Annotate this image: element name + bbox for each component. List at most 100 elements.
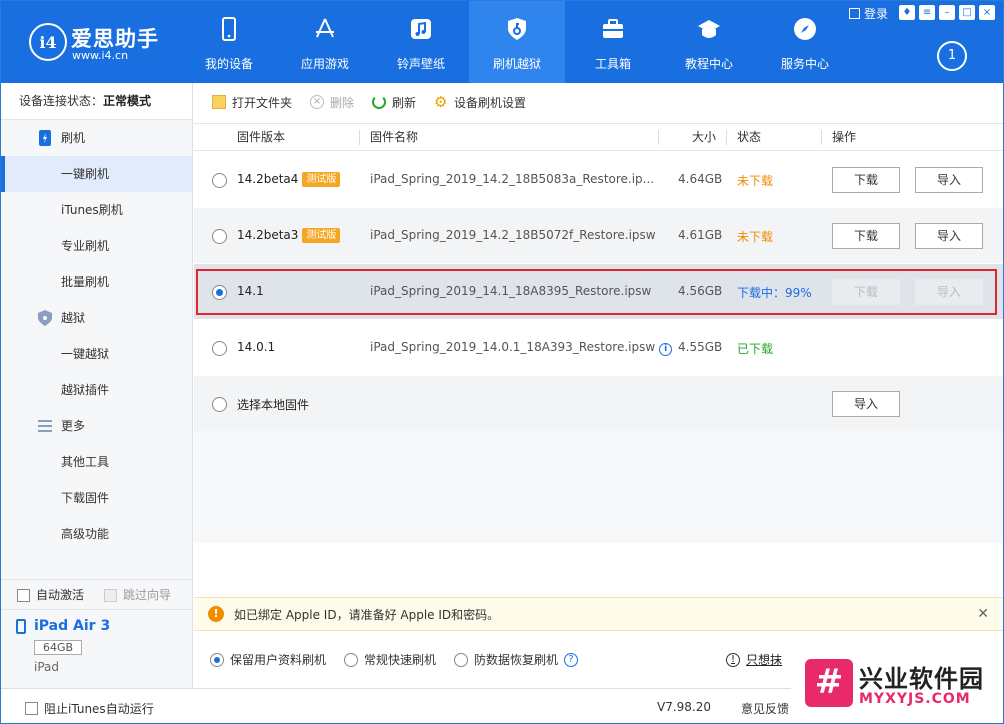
delete-icon: × bbox=[310, 95, 325, 109]
watermark-url: MYXYJS.COM bbox=[859, 691, 971, 707]
auto-activate-checkbox[interactable]: 自动激活 bbox=[17, 586, 84, 603]
nav-toolbox[interactable]: 工具箱 bbox=[565, 1, 661, 83]
sidebar-item-jailbreak-plugins[interactable]: 越狱插件 bbox=[1, 372, 192, 408]
row-radio[interactable] bbox=[212, 229, 227, 244]
watermark-icon: # bbox=[805, 659, 853, 707]
login-icon bbox=[849, 7, 860, 19]
firmware-row[interactable]: 14.2beta4 测试版 iPad_Spring_2019_14.2_18B50… bbox=[194, 152, 1003, 208]
col-action: 操作 bbox=[832, 130, 857, 144]
app-version: V7.98.20 bbox=[657, 700, 712, 714]
brand-url: www.i4.cn bbox=[72, 49, 129, 62]
row-radio[interactable] bbox=[212, 285, 227, 300]
radio-icon bbox=[454, 652, 469, 667]
brand-logo[interactable]: i4 爱思助手 www.i4.cn bbox=[23, 19, 173, 65]
block-itunes-checkbox[interactable]: 阻止iTunes自动运行 bbox=[25, 700, 154, 717]
col-divider bbox=[726, 130, 727, 145]
refresh-icon bbox=[372, 95, 387, 109]
import-button[interactable]: 导入 bbox=[915, 167, 983, 193]
sidebar-item-advanced[interactable]: 高级功能 bbox=[1, 516, 192, 552]
nav-flash-jailbreak[interactable]: 刷机越狱 bbox=[469, 1, 565, 83]
firmware-row[interactable]: 14.0.1 iPad_Spring_2019_14.0.1_18A393_Re… bbox=[194, 320, 1003, 376]
sidebar-item-other-tools[interactable]: 其他工具 bbox=[1, 444, 192, 480]
col-divider bbox=[821, 130, 822, 145]
row-radio[interactable] bbox=[212, 173, 227, 188]
nav-label: 应用游戏 bbox=[300, 57, 349, 71]
nav-ringtones[interactable]: 铃声壁纸 bbox=[373, 1, 469, 83]
sidebar-group-more[interactable]: 更多 bbox=[1, 408, 192, 444]
close-icon[interactable]: × bbox=[979, 5, 995, 20]
warning-icon: ! bbox=[208, 606, 224, 622]
mode-keep-data[interactable]: 保留用户资料刷机 bbox=[210, 651, 326, 668]
firmware-row-selected[interactable]: 14.1 iPad_Spring_2019_14.1_18A8395_Resto… bbox=[194, 264, 1003, 320]
menu-icon[interactable]: ≡ bbox=[919, 5, 935, 20]
skip-guide-checkbox[interactable]: 跳过向导 bbox=[104, 586, 171, 603]
nav-label: 工具箱 bbox=[594, 57, 631, 71]
connection-status: 设备连接状态：正常模式 bbox=[1, 83, 192, 120]
download-button[interactable]: 下载 bbox=[832, 167, 900, 193]
close-icon[interactable]: ✕ bbox=[977, 606, 989, 622]
sidebar-options: 自动激活 跳过向导 bbox=[1, 579, 192, 609]
col-name: 固件名称 bbox=[370, 130, 419, 144]
nav-apps[interactable]: 应用游戏 bbox=[277, 1, 373, 83]
nav-my-device[interactable]: 我的设备 bbox=[181, 1, 277, 83]
sidebar-item-one-click-flash[interactable]: 一键刷机 bbox=[1, 156, 192, 192]
import-button[interactable]: 导入 bbox=[915, 279, 983, 305]
phone-icon bbox=[222, 17, 236, 41]
sidebar-group-flash[interactable]: 刷机 bbox=[1, 120, 192, 156]
skin-icon[interactable]: ♦ bbox=[899, 5, 915, 20]
folder-icon bbox=[212, 95, 226, 109]
erase-only-link[interactable]: ! 只想抹 bbox=[726, 651, 782, 668]
list-icon bbox=[38, 420, 52, 432]
sidebar-item-pro-flash[interactable]: 专业刷机 bbox=[1, 228, 192, 264]
firmware-table-header: 固件版本 固件名称 大小 状态 操作 bbox=[194, 123, 1003, 151]
firmware-filename: iPad_Spring_2019_14.1_18A8395_Restore.ip… bbox=[370, 284, 652, 298]
nav-service[interactable]: 服务中心 bbox=[757, 1, 853, 83]
minimize-icon[interactable]: – bbox=[939, 5, 955, 20]
compass-icon bbox=[794, 18, 816, 40]
maximize-icon[interactable]: □ bbox=[959, 5, 975, 20]
firmware-row[interactable]: 14.2beta3 测试版 iPad_Spring_2019_14.2_18B50… bbox=[194, 208, 1003, 264]
download-button[interactable]: 下载 bbox=[832, 279, 900, 305]
firmware-size: 4.61GB bbox=[678, 228, 723, 242]
delete-button[interactable]: × 删除 bbox=[310, 94, 354, 111]
sidebar-item-itunes-flash[interactable]: iTunes刷机 bbox=[1, 192, 192, 228]
col-size: 大小 bbox=[692, 130, 717, 144]
flash-settings-button[interactable]: ⚙ 设备刷机设置 bbox=[434, 94, 526, 111]
refresh-button[interactable]: 刷新 bbox=[372, 94, 416, 111]
import-button[interactable]: 导入 bbox=[832, 391, 900, 417]
sidebar-item-download-firmware[interactable]: 下载固件 bbox=[1, 480, 192, 516]
mode-quick[interactable]: 常规快速刷机 bbox=[344, 651, 436, 668]
exclamation-icon: ! bbox=[726, 652, 740, 667]
sidebar-group-jailbreak[interactable]: 越狱 bbox=[1, 300, 192, 336]
login-link[interactable]: 登录 bbox=[849, 5, 888, 21]
import-button[interactable]: 导入 bbox=[915, 223, 983, 249]
firmware-status: 未下载 bbox=[737, 174, 774, 188]
firmware-size: 4.55GB bbox=[678, 340, 723, 354]
apple-id-notice: ! 如已绑定 Apple ID，请准备好 Apple ID和密码。 ✕ bbox=[194, 597, 1003, 631]
row-radio[interactable] bbox=[212, 397, 227, 412]
radio-icon bbox=[344, 652, 359, 667]
local-firmware-row[interactable]: 选择本地固件 导入 bbox=[194, 376, 1003, 432]
mode-anti-recovery[interactable]: 防数据恢复刷机? bbox=[454, 651, 579, 668]
help-icon[interactable]: ? bbox=[564, 652, 579, 667]
sidebar-item-batch-flash[interactable]: 批量刷机 bbox=[1, 264, 192, 300]
nav-tutorials[interactable]: 教程中心 bbox=[661, 1, 757, 83]
firmware-version: 14.0.1 bbox=[237, 340, 276, 354]
device-capacity: 64GB bbox=[34, 640, 83, 655]
row-radio[interactable] bbox=[212, 341, 227, 356]
checkbox-icon bbox=[17, 589, 30, 602]
download-button[interactable]: 下载 bbox=[832, 223, 900, 249]
nav-label: 刷机越狱 bbox=[492, 57, 541, 71]
firmware-size: 4.64GB bbox=[678, 172, 723, 186]
feedback-link[interactable]: 意见反馈 bbox=[741, 700, 789, 717]
firmware-version: 14.2beta3 测试版 bbox=[237, 228, 341, 243]
firmware-status: 已下载 bbox=[737, 342, 774, 356]
sidebar-item-one-click-jailbreak[interactable]: 一键越狱 bbox=[1, 336, 192, 372]
local-firmware-label: 选择本地固件 bbox=[237, 398, 310, 412]
download-count-badge[interactable]: 1 bbox=[937, 41, 967, 71]
firmware-filename: iPad_Spring_2019_14.0.1_18A393_Restore.i… bbox=[370, 340, 673, 356]
firmware-version: 14.1 bbox=[237, 284, 264, 298]
info-icon[interactable]: i bbox=[659, 343, 673, 356]
col-divider bbox=[359, 130, 360, 145]
open-folder-button[interactable]: 打开文件夹 bbox=[212, 94, 292, 111]
